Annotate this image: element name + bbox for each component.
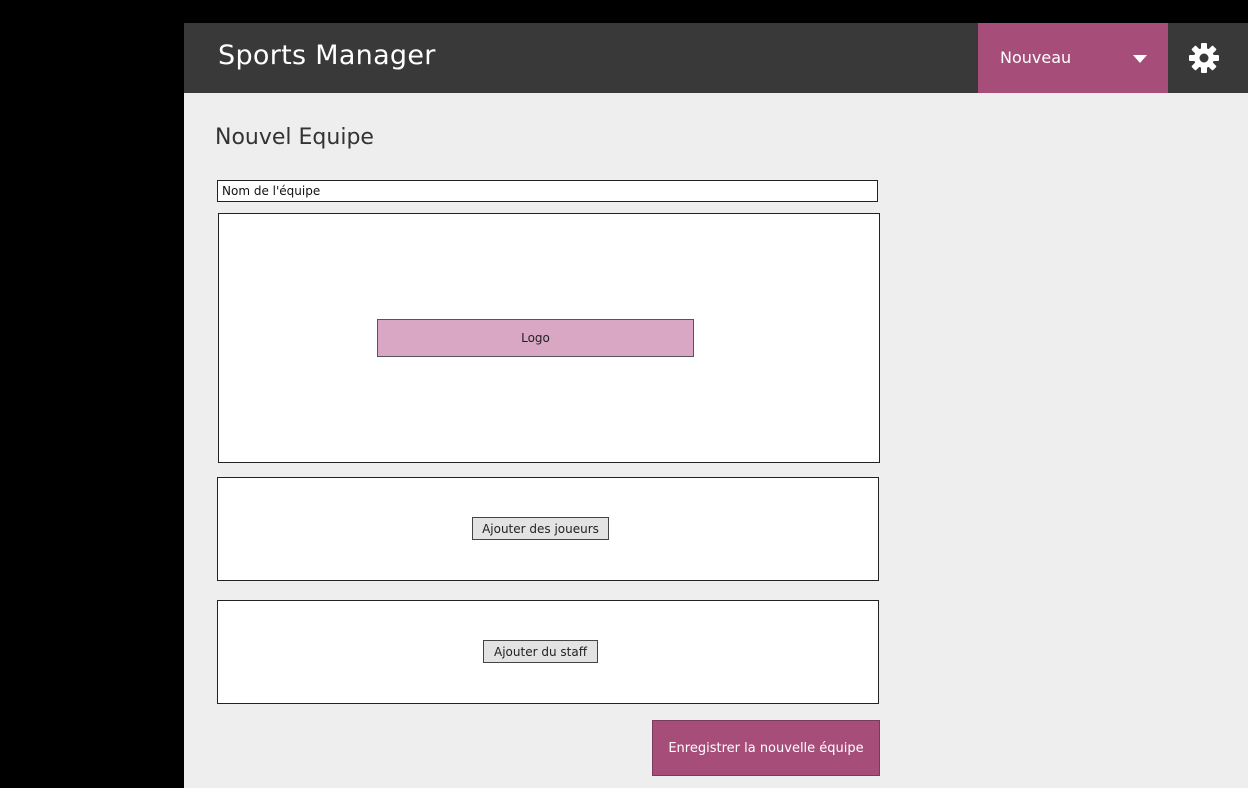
app-window: Sports Manager Nouveau Nouvel Equipe Nom… — [184, 23, 1248, 788]
top-bar: Sports Manager Nouveau — [184, 23, 1248, 93]
page-title: Nouvel Equipe — [215, 125, 374, 150]
add-players-button[interactable]: Ajouter des joueurs — [472, 517, 609, 540]
nouveau-dropdown[interactable]: Nouveau — [978, 23, 1168, 93]
logo-panel: Logo — [218, 213, 880, 463]
nouveau-dropdown-label: Nouveau — [1000, 48, 1072, 67]
app-title: Sports Manager — [218, 40, 436, 71]
logo-upload-button[interactable]: Logo — [377, 319, 694, 357]
players-panel: Ajouter des joueurs — [217, 477, 879, 581]
chevron-down-icon — [1133, 55, 1147, 63]
add-staff-button[interactable]: Ajouter du staff — [483, 640, 598, 663]
team-name-input[interactable] — [217, 180, 878, 202]
save-team-button[interactable]: Enregistrer la nouvelle équipe — [652, 720, 880, 776]
gear-icon — [1189, 43, 1219, 73]
staff-panel: Ajouter du staff — [217, 600, 879, 704]
settings-button[interactable] — [1188, 42, 1220, 74]
